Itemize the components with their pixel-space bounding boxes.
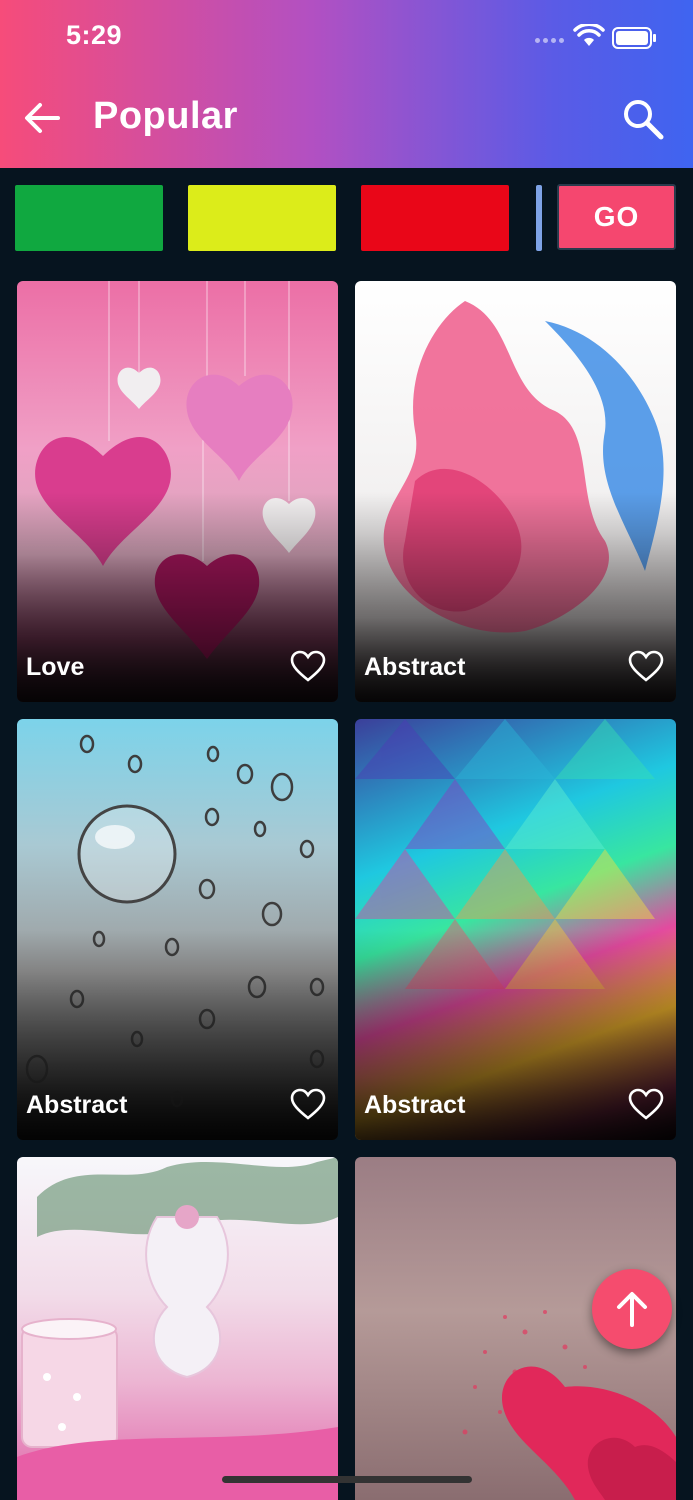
- wifi-icon: [573, 24, 605, 46]
- color-filter-bar: GO: [0, 168, 693, 263]
- heart-outline-icon[interactable]: [290, 1088, 326, 1120]
- card-category-label: Abstract: [364, 1091, 466, 1119]
- arrow-left-icon: [25, 103, 60, 133]
- page-title: Popular: [93, 95, 238, 137]
- card-category-label: Love: [26, 653, 85, 681]
- wallpaper-card-abstract[interactable]: Abstract: [17, 719, 338, 1140]
- arrow-up-icon: [617, 1292, 647, 1327]
- status-time: 5:29: [66, 20, 123, 50]
- back-button[interactable]: [20, 96, 64, 140]
- heart-outline-icon[interactable]: [628, 650, 664, 682]
- search-button[interactable]: [618, 94, 668, 144]
- home-indicator: [222, 1476, 472, 1483]
- signal-icon: [535, 38, 564, 43]
- vase-and-cup-illustration: [17, 1157, 338, 1500]
- wallpaper-card-abstract[interactable]: Abstract: [355, 719, 676, 1140]
- go-button[interactable]: GO: [557, 184, 676, 250]
- wallpaper-card[interactable]: [17, 1157, 338, 1500]
- search-icon: [624, 100, 664, 140]
- card-category-label: Abstract: [26, 1091, 128, 1119]
- battery-icon: [612, 27, 656, 49]
- app-header: 5:29 Popular: [0, 0, 693, 168]
- filter-divider: [536, 185, 542, 251]
- heart-outline-icon[interactable]: [628, 1088, 664, 1120]
- wallpaper-card-abstract[interactable]: Abstract: [355, 281, 676, 702]
- color-swatch-green[interactable]: [15, 185, 163, 251]
- color-swatch-red[interactable]: [361, 185, 509, 251]
- color-swatch-yellow[interactable]: [188, 185, 336, 251]
- scroll-to-top-button[interactable]: [592, 1269, 672, 1349]
- wallpaper-card-love[interactable]: Love: [17, 281, 338, 702]
- heart-outline-icon[interactable]: [290, 650, 326, 682]
- card-category-label: Abstract: [364, 653, 466, 681]
